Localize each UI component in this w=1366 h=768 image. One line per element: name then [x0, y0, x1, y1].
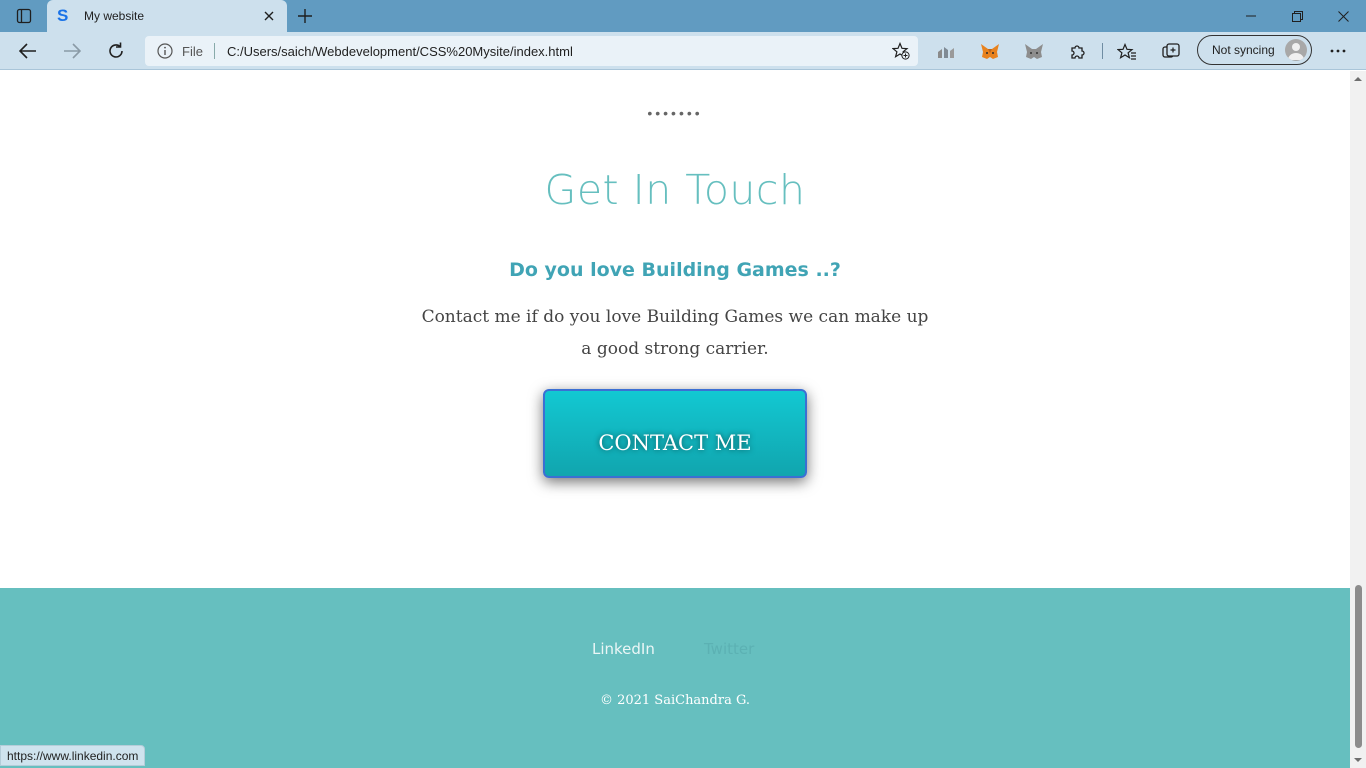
forward-button[interactable]: [58, 37, 86, 65]
minimize-icon: [1246, 15, 1256, 17]
scrollbar-thumb[interactable]: [1355, 585, 1362, 748]
puzzle-icon: [1071, 45, 1085, 59]
favorites-icon: [1117, 43, 1136, 60]
vertical-scrollbar[interactable]: [1350, 71, 1366, 768]
tab-title: My website: [84, 9, 145, 23]
copyright-text: © 2021 SaiChandra G.: [599, 693, 751, 708]
profile-button[interactable]: Not syncing: [1197, 35, 1312, 65]
metamask-button[interactable]: [979, 41, 1001, 63]
restore-button[interactable]: [1274, 0, 1320, 32]
close-icon: [264, 11, 274, 21]
tab-actions-icon: [16, 8, 32, 24]
refresh-icon: [109, 42, 123, 58]
window-close-button[interactable]: [1320, 0, 1366, 32]
settings-more-button[interactable]: [1326, 41, 1350, 61]
new-tab-button[interactable]: [293, 4, 317, 28]
footer-link-linkedin[interactable]: LinkedIn: [592, 640, 655, 658]
contact-subheading: Do you love Building Games ..?: [509, 259, 841, 281]
browser-toolbar: File C:/Users/saich/Webdevelopment/CSS%2…: [0, 32, 1366, 70]
toolbar-divider: [1102, 43, 1103, 59]
page-viewport: ••••••• Get In Touch Do you love Buildin…: [0, 71, 1350, 768]
footer-link-twitter[interactable]: Twitter: [704, 640, 754, 658]
contact-me-button[interactable]: CONTACT ME: [543, 389, 807, 478]
more-icon: [1330, 49, 1346, 53]
back-button[interactable]: [14, 37, 42, 65]
plus-icon: [298, 9, 312, 23]
fox-extension-button[interactable]: [1023, 41, 1045, 63]
browser-titlebar: S My website: [0, 0, 1366, 32]
extension-chart-icon: [938, 47, 954, 58]
avatar-icon: [1285, 39, 1307, 61]
add-favorite-icon[interactable]: [892, 42, 910, 60]
back-icon: [19, 43, 36, 59]
extensions-button[interactable]: [1067, 41, 1089, 63]
tab-actions-button[interactable]: [10, 4, 38, 28]
refresh-button[interactable]: [102, 37, 130, 65]
minimize-button[interactable]: [1228, 0, 1274, 32]
page-footer: LinkedIn Twitter © 2021 SaiChandra G.: [0, 588, 1350, 768]
address-divider: [214, 43, 215, 59]
collections-button[interactable]: [1160, 41, 1182, 63]
scroll-down-icon[interactable]: [1354, 756, 1362, 764]
address-bar[interactable]: File C:/Users/saich/Webdevelopment/CSS%2…: [145, 36, 918, 66]
profile-sync-label: Not syncing: [1212, 43, 1275, 57]
favorites-button[interactable]: [1116, 41, 1138, 63]
contact-paragraph: Contact me if do you love Building Games…: [421, 307, 929, 359]
tab-close-button[interactable]: [259, 6, 279, 26]
section-divider-dots: •••••••: [647, 105, 703, 121]
address-scheme-label: File: [182, 44, 203, 59]
fox-gray-icon: [1025, 44, 1043, 59]
scroll-up-icon[interactable]: [1354, 75, 1362, 83]
window-close-icon: [1337, 10, 1349, 22]
browser-tab-active[interactable]: S My website: [47, 0, 287, 32]
forward-icon: [64, 43, 81, 59]
favicon-icon: S: [57, 6, 69, 25]
metamask-icon: [981, 44, 999, 59]
restore-icon: [1291, 10, 1303, 22]
extension-chart-button[interactable]: [935, 41, 957, 63]
contact-heading: Get In Touch: [544, 166, 806, 214]
collections-icon: [1162, 43, 1180, 58]
info-icon[interactable]: [157, 43, 173, 59]
status-bar-url: https://www.linkedin.com: [0, 745, 146, 766]
url-text[interactable]: C:/Users/saich/Webdevelopment/CSS%20Mysi…: [227, 44, 573, 59]
